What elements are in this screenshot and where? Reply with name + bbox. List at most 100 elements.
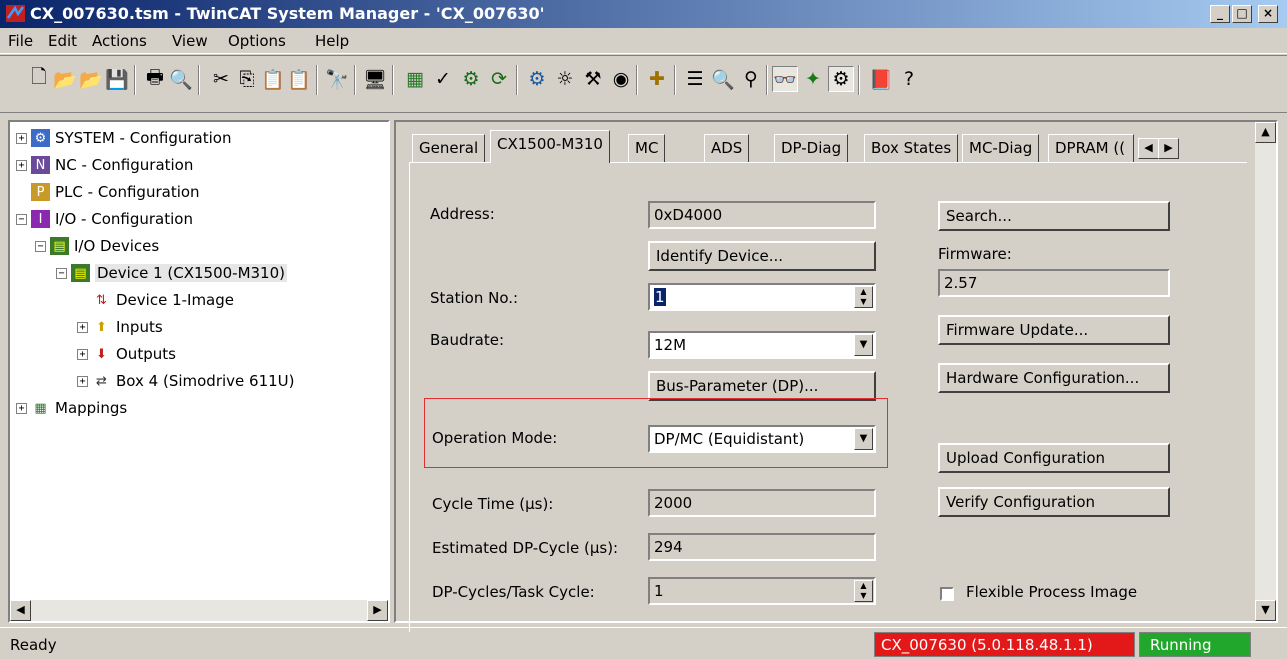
identify-device-button[interactable]: Identify Device... — [648, 241, 876, 271]
expand-icon[interactable]: + — [77, 348, 88, 360]
menu-edit[interactable]: Edit — [48, 32, 77, 50]
tab-ads[interactable]: ADS — [704, 134, 750, 162]
toolbar-separator — [516, 65, 518, 95]
dp-cycles-value: 1 — [654, 582, 664, 600]
copy-icon[interactable]: ⎘ — [234, 66, 260, 92]
dp-cycles-stepper[interactable]: 1 ▲ ▼ — [648, 577, 876, 605]
debug-icon[interactable]: ⚙ — [828, 66, 854, 92]
tree-item-plc[interactable]: P PLC - Configuration — [31, 180, 200, 204]
upload-configuration-button[interactable]: Upload Configuration — [938, 443, 1170, 473]
minimize-button[interactable]: _ — [1210, 5, 1230, 23]
tab-general[interactable]: General — [412, 134, 486, 162]
toolbar-separator — [766, 65, 768, 95]
address-field: 0xD4000 — [648, 201, 876, 229]
check-icon[interactable]: ✓ — [430, 66, 456, 92]
book-icon[interactable]: 📕 — [868, 66, 894, 92]
zoom-icon[interactable]: 🔍 — [710, 66, 736, 92]
tree-item-outputs[interactable]: + ⬇ Outputs — [77, 342, 176, 366]
menu-help[interactable]: Help — [315, 32, 349, 50]
station-stepper[interactable]: 1 ▲ ▼ — [648, 283, 876, 311]
add-icon[interactable]: ✚ — [644, 66, 670, 92]
glasses-icon[interactable]: 👓 — [772, 66, 798, 92]
tree-item-io-devices[interactable]: − ▤ I/O Devices — [35, 234, 159, 258]
generate-mappings-icon[interactable]: ▦ — [402, 66, 428, 92]
collapse-icon[interactable]: − — [35, 240, 46, 252]
tree-item-nc[interactable]: + N NC - Configuration — [16, 153, 193, 177]
help-icon[interactable]: ? — [896, 66, 922, 92]
chevron-down-icon[interactable]: ▼ — [854, 334, 873, 356]
flexible-process-image-checkbox[interactable] — [940, 587, 954, 601]
print-icon[interactable]: 🖶 — [142, 66, 168, 92]
twincat-app-icon — [6, 5, 25, 22]
network-icon[interactable]: ⚲ — [738, 66, 764, 92]
expand-icon[interactable]: + — [16, 132, 27, 144]
tab-dpram[interactable]: DPRAM (( — [1048, 134, 1134, 162]
find-icon[interactable]: 🔭 — [324, 66, 350, 92]
tree-item-system[interactable]: + ⚙ SYSTEM - Configuration — [16, 126, 231, 150]
tab-dp-diag[interactable]: DP-Diag — [774, 134, 849, 162]
plc-icon[interactable]: ✦ — [800, 66, 826, 92]
toolbar: 🗋 📂 📂 💾 🖶 🔍 ✂ ⎘ 📋 📋 🔭 🖥 ▦ ✓ ⚙ ⟳ ⚙ ☼ ⚒ ◉ … — [0, 55, 1287, 113]
firmware-update-button[interactable]: Firmware Update... — [938, 315, 1170, 345]
online-icon[interactable]: ◉ — [608, 66, 634, 92]
toolbar-separator — [316, 65, 318, 95]
tree-item-device1[interactable]: − ▤ Device 1 (CX1500-M310) — [56, 261, 287, 285]
menu-options[interactable]: Options — [228, 32, 286, 50]
paste-special-icon[interactable]: 📋 — [286, 66, 312, 92]
restart-icon[interactable]: ⟳ — [486, 66, 512, 92]
scroll-right-icon[interactable]: ▶ — [367, 600, 388, 621]
config-mode-icon[interactable]: ⚙ — [524, 66, 550, 92]
menu-view[interactable]: View — [172, 32, 208, 50]
menu-bar: File Edit Actions View Options Help — [0, 28, 1287, 54]
open-folder-icon[interactable]: 📂 — [78, 66, 104, 92]
tree-item-device1-image[interactable]: ⇅ Device 1-Image — [92, 288, 234, 312]
scroll-left-icon[interactable]: ◀ — [10, 600, 31, 621]
tab-mc-diag[interactable]: MC-Diag — [962, 134, 1040, 162]
tree-item-box4[interactable]: + ⇄ Box 4 (Simodrive 611U) — [77, 369, 294, 393]
hardware-configuration-button[interactable]: Hardware Configuration... — [938, 363, 1170, 393]
scan-icon[interactable]: ☼ — [552, 66, 578, 92]
collapse-icon[interactable]: − — [16, 213, 27, 225]
menu-file[interactable]: File — [8, 32, 33, 50]
baudrate-select[interactable]: 12M ▼ — [648, 331, 876, 359]
window-title: CX_007630.tsm - TwinCAT System Manager -… — [30, 4, 545, 23]
list-icon[interactable]: ☰ — [682, 66, 708, 92]
horizontal-scrollbar[interactable]: ◀ ▶ — [10, 600, 388, 621]
activate-icon[interactable]: ⚙ — [458, 66, 484, 92]
tree-item-inputs[interactable]: + ⬆ Inputs — [77, 315, 163, 339]
toolbar-separator — [198, 65, 200, 95]
expand-icon[interactable]: + — [16, 159, 27, 171]
bus-parameter-button[interactable]: Bus-Parameter (DP)... — [648, 371, 876, 401]
tab-cx1500-m310[interactable]: CX1500-M310 — [490, 130, 610, 163]
expand-icon[interactable]: + — [77, 321, 88, 333]
spinner-icon[interactable]: ▲ ▼ — [854, 580, 873, 602]
tree-item-mappings[interactable]: + ▦ Mappings — [16, 396, 127, 420]
tab-scroll-left-icon[interactable]: ◀ — [1138, 138, 1159, 159]
print-preview-icon[interactable]: 🔍 — [168, 66, 194, 92]
monitor-icon[interactable]: 🖥 — [362, 66, 388, 92]
tab-scroll-right-icon[interactable]: ▶ — [1158, 138, 1179, 159]
menu-actions[interactable]: Actions — [92, 32, 147, 50]
properties-pane: General CX1500-M310 MC ADS DP-Diag Box S… — [394, 120, 1278, 632]
close-button[interactable]: × — [1258, 5, 1278, 23]
search-button[interactable]: Search... — [938, 201, 1170, 231]
cut-icon[interactable]: ✂ — [208, 66, 234, 92]
verify-configuration-button[interactable]: Verify Configuration — [938, 487, 1170, 517]
tab-mc[interactable]: MC — [628, 134, 666, 162]
expand-icon[interactable]: + — [16, 402, 27, 414]
new-icon[interactable]: 🗋 — [26, 66, 52, 92]
tree-item-io[interactable]: − I I/O - Configuration — [16, 207, 193, 231]
scroll-up-icon[interactable]: ▲ — [1255, 122, 1276, 143]
paste-icon[interactable]: 📋 — [260, 66, 286, 92]
scroll-down-icon[interactable]: ▼ — [1255, 600, 1276, 621]
save-icon[interactable]: 💾 — [104, 66, 130, 92]
tab-box-states[interactable]: Box States — [864, 134, 959, 162]
expand-icon[interactable]: + — [77, 375, 88, 387]
baudrate-value: 12M — [654, 336, 687, 354]
vertical-scrollbar[interactable]: ▲ ▼ — [1255, 122, 1276, 621]
open-icon[interactable]: 📂 — [52, 66, 78, 92]
collapse-icon[interactable]: − — [56, 267, 67, 279]
maximize-button[interactable]: □ — [1232, 5, 1252, 23]
spinner-icon[interactable]: ▲ ▼ — [854, 286, 873, 308]
tools-icon[interactable]: ⚒ — [580, 66, 606, 92]
